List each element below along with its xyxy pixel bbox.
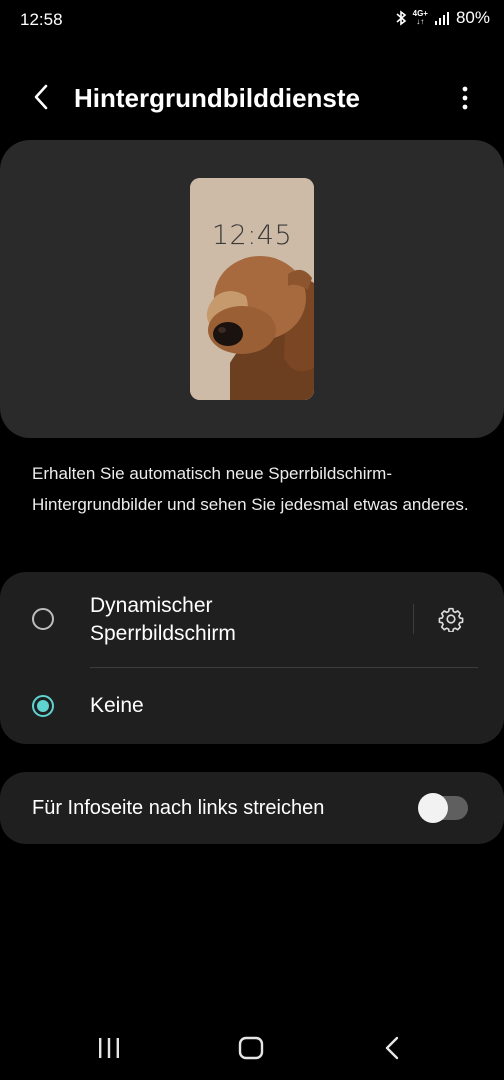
preview-clock: 12:45 xyxy=(211,220,293,251)
horizontal-divider xyxy=(90,667,478,668)
page-title: Hintergrundbilddienste xyxy=(74,83,360,113)
battery-level: 80% xyxy=(455,8,490,27)
back-icon xyxy=(385,1036,399,1060)
status-time: 12:58 xyxy=(20,10,63,29)
data-arrows-icon: 4G+ ↓↑ xyxy=(412,9,428,26)
home-button[interactable] xyxy=(229,1030,273,1066)
status-icons: 4G+ ↓↑ 80% xyxy=(395,8,490,28)
lockscreen-preview: 12:45 xyxy=(190,178,314,400)
option-label-line2: Sperrbildschirm xyxy=(90,622,236,645)
recents-button[interactable] xyxy=(87,1030,131,1066)
swipe-setting-toggle[interactable] xyxy=(418,793,468,823)
swipe-setting-label: Für Infoseite nach links streichen xyxy=(32,797,325,819)
radio-none[interactable] xyxy=(32,695,54,717)
option-label-line1: Dynamischer xyxy=(90,594,213,617)
option-none[interactable]: Keine xyxy=(90,692,144,720)
recents-icon xyxy=(99,1038,119,1058)
back-button[interactable] xyxy=(24,80,58,114)
description-text: Erhalten Sie automatisch neue Sperrbilds… xyxy=(32,464,469,514)
bluetooth-icon xyxy=(396,10,406,26)
signal-icon xyxy=(434,12,449,25)
wallpaper-preview-card: 12:45 xyxy=(0,140,504,438)
nav-back-button[interactable] xyxy=(370,1030,414,1066)
dynamic-lockscreen-settings-button[interactable] xyxy=(434,602,468,636)
gear-icon xyxy=(438,607,464,632)
option-dynamic-lockscreen[interactable]: Dynamischer Sperrbildschirm xyxy=(90,592,390,648)
swipe-setting-card[interactable]: Für Infoseite nach links streichen xyxy=(0,772,504,844)
options-card: Dynamischer Sperrbildschirm Keine xyxy=(0,572,504,744)
radio-dynamic-lockscreen[interactable] xyxy=(32,608,54,630)
toggle-knob xyxy=(418,793,448,823)
more-options-button[interactable] xyxy=(452,80,478,116)
dog-wallpaper xyxy=(190,178,314,400)
radio-selected-dot xyxy=(37,700,49,712)
home-icon xyxy=(238,1036,264,1060)
back-chevron-icon xyxy=(34,84,48,110)
vertical-divider xyxy=(413,604,414,634)
more-vertical-icon xyxy=(462,86,468,110)
